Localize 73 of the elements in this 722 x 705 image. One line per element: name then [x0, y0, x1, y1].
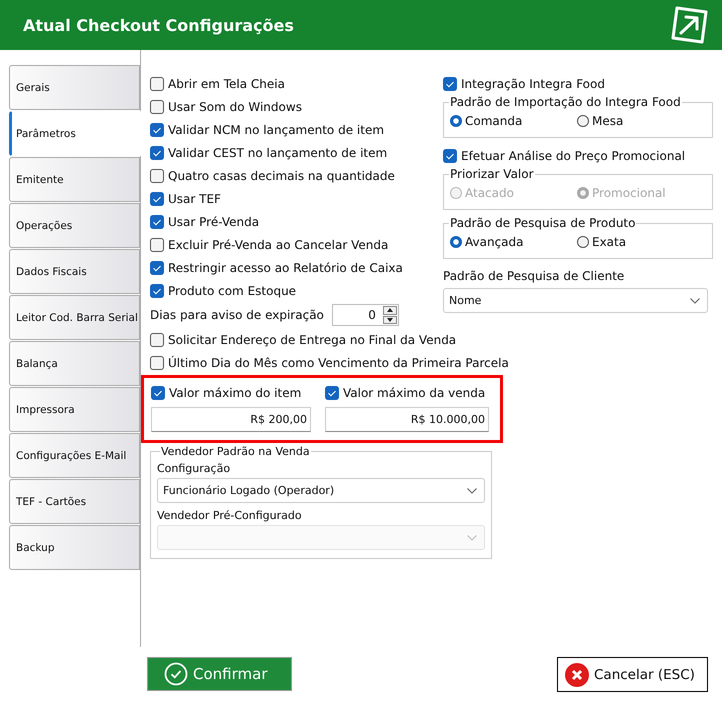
tab[interactable]: Parâmetros	[9, 111, 142, 156]
checkbox[interactable]	[150, 284, 164, 298]
checkbox-label: Integração Integra Food	[461, 76, 605, 90]
amount-field[interactable]: R$ 200,00	[151, 407, 311, 432]
window-title: Atual Checkout Configurações	[23, 16, 294, 34]
tab[interactable]: Operações	[9, 203, 140, 248]
radio-label: Comanda	[465, 114, 522, 128]
tab[interactable]: Gerais	[9, 65, 140, 110]
checkbox[interactable]	[150, 122, 164, 136]
field-label: Vendedor Pré-Configurado	[157, 508, 303, 524]
checkbox-label: Validar CEST no lançamento de item	[168, 146, 388, 160]
group-title: Priorizar Valor	[449, 167, 535, 181]
radio-button[interactable]	[577, 236, 589, 248]
field-label: Configuração	[157, 461, 232, 477]
tab[interactable]: Impressora	[9, 387, 140, 432]
chevron-down-icon	[467, 488, 477, 494]
radio-button[interactable]	[577, 115, 589, 127]
tab[interactable]: TEF - Cartões	[9, 479, 140, 524]
group-title: Padrão de Pesquisa de Produto	[449, 216, 636, 230]
tab[interactable]: Dados Fiscais	[9, 249, 140, 294]
checkbox[interactable]	[150, 214, 164, 228]
radio-label: Exata	[592, 235, 626, 249]
checkbox-label: Excluir Pré-Venda ao Cancelar Venda	[168, 238, 388, 252]
checkbox-label: Produto com Estoque	[168, 284, 296, 298]
checkbox-label: Valor máximo da venda	[343, 386, 486, 400]
radio-button[interactable]	[450, 236, 462, 248]
checkbox[interactable]	[150, 192, 164, 206]
tab[interactable]: Emitente	[9, 157, 140, 202]
checkbox[interactable]	[150, 168, 164, 182]
amount-field[interactable]: R$ 10.000,00	[325, 407, 489, 432]
group-title: Vendedor Padrão na Venda	[160, 445, 311, 458]
checkbox[interactable]	[150, 76, 164, 90]
cancel-button[interactable]: Cancelar (ESC)	[557, 657, 708, 692]
checkbox-label: Validar NCM no lançamento de item	[168, 122, 384, 136]
dropdown[interactable]: Funcionário Logado (Operador)	[157, 478, 485, 503]
group-title: Padrão de Importação do Integra Food	[449, 95, 682, 109]
tab[interactable]: Leitor Cod. Barra Serial	[9, 295, 140, 340]
checkbox[interactable]	[443, 148, 457, 162]
close-icon	[565, 662, 589, 686]
tab[interactable]: Configurações E-Mail	[9, 433, 140, 478]
checkbox[interactable]	[325, 386, 339, 400]
chevron-down-icon	[690, 298, 700, 304]
field-label: Padrão de Pesquisa de Cliente	[443, 268, 626, 285]
checkbox-label: Abrir em Tela Cheia	[168, 76, 285, 90]
checkbox[interactable]	[150, 238, 164, 252]
checkbox[interactable]	[150, 146, 164, 160]
checkbox[interactable]	[150, 356, 164, 370]
field-label: Dias para aviso de expiração	[150, 308, 324, 322]
checkbox-label: Quatro casas decimais na quantidade	[168, 168, 395, 182]
tab[interactable]: Backup	[9, 525, 140, 570]
dropdown[interactable]: Nome	[443, 288, 708, 313]
checkbox-label: Restringir acesso ao Relatório de Caixa	[168, 260, 403, 274]
checkbox[interactable]	[443, 76, 457, 90]
chevron-down-icon	[467, 534, 477, 540]
radio-label: Mesa	[592, 114, 624, 128]
radio-button[interactable]	[450, 115, 462, 127]
checkbox-label: Solicitar Endereço de Entrega no Final da Venda	[168, 332, 456, 346]
check-circle-icon	[164, 662, 188, 686]
checkbox[interactable]	[150, 260, 164, 274]
checkbox[interactable]	[150, 100, 164, 114]
checkbox-label: Usar Pré-Venda	[168, 214, 260, 228]
tab[interactable]: Balança	[9, 341, 140, 386]
checkbox-label: Usar Som do Windows	[168, 100, 302, 114]
checkbox-label: Usar TEF	[168, 192, 221, 206]
checkbox[interactable]	[151, 386, 165, 400]
checkbox-label: Valor máximo do item	[169, 386, 302, 400]
checkbox[interactable]	[150, 332, 164, 346]
checkbox-label: Último Dia do Mês como Vencimento da Primeira Parcela	[168, 356, 509, 370]
radio-label: Atacado	[465, 186, 514, 200]
radio-label: Promocional	[592, 186, 666, 200]
radio-label: Avançada	[465, 235, 524, 249]
confirm-button[interactable]: Confirmar	[147, 657, 292, 691]
checkbox-label: Efetuar Análise do Preço Promocional	[461, 148, 686, 162]
